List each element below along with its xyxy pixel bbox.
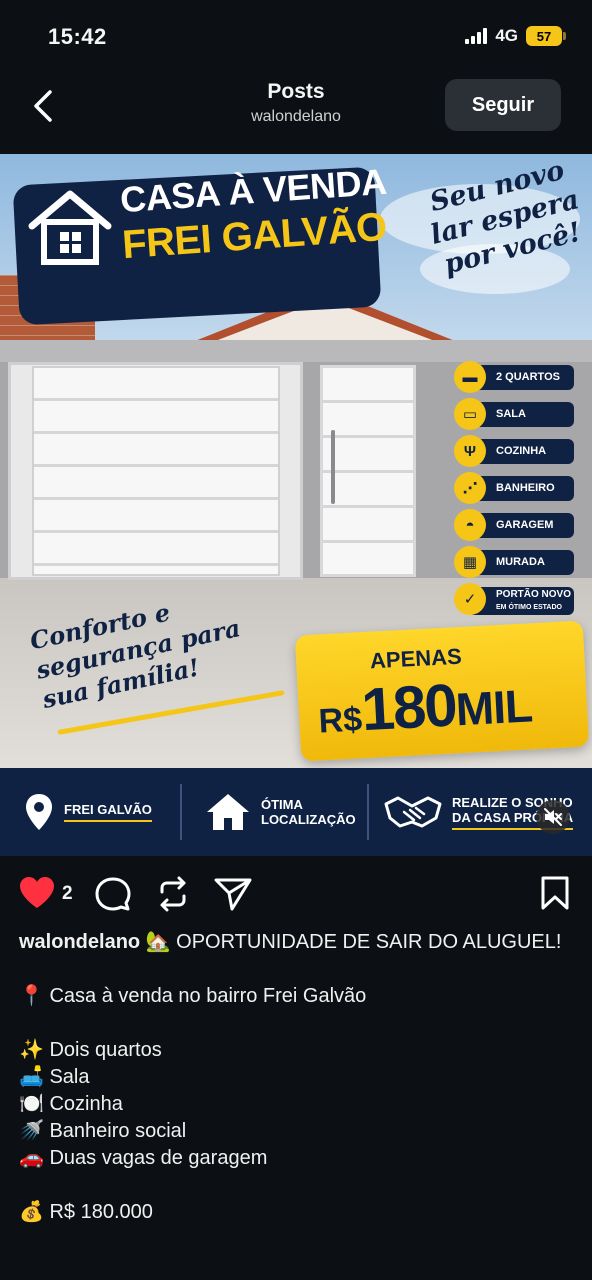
caption-first: walondelano 🏡 OPORTUNIDADE DE SAIR DO AL… — [19, 929, 579, 956]
caption-item: ✨ Dois quartos — [19, 1039, 162, 1061]
garage-gate — [32, 366, 280, 576]
caption-item: 🚿 Banheiro social — [19, 1120, 187, 1142]
door-handle — [331, 430, 335, 504]
post-actions: 2 — [0, 866, 592, 922]
house-icon — [28, 190, 112, 265]
divider — [367, 784, 369, 840]
price-currency: R$ — [317, 700, 364, 741]
signal-icon — [465, 28, 488, 44]
caption-headline: 🏡 OPORTUNIDADE DE SAIR DO ALUGUEL! — [145, 931, 562, 953]
battery-icon: 57 — [526, 26, 566, 46]
heart-icon[interactable] — [18, 876, 56, 910]
image-footer: FREI GALVÃO ÓTIMA LOCALIZAÇÃO REALIZE O … — [0, 768, 592, 856]
caption-item: 🍽️ Cozinha — [19, 1093, 123, 1115]
footer-localizacao: ÓTIMA LOCALIZAÇÃO — [205, 768, 356, 856]
caption-price-line: 💰 R$ 180.000 — [19, 1201, 153, 1223]
status-bar: 15:42 4G 57 — [0, 0, 592, 70]
feature-item: ▭ SALA — [452, 398, 582, 435]
post-caption: walondelano 🏡 OPORTUNIDADE DE SAIR DO AL… — [19, 929, 579, 1226]
price-value: R$180MIL — [316, 666, 534, 746]
footer-text-line: ÓTIMA — [261, 797, 303, 812]
feature-item: ⋰ BANHEIRO — [452, 472, 582, 509]
footer-localizacao-text: ÓTIMA LOCALIZAÇÃO — [261, 797, 356, 827]
share-icon[interactable] — [214, 876, 252, 912]
post-image[interactable]: CASA À VENDA FREI GALVÃO Seu novo lar es… — [0, 154, 592, 856]
footer-location-text: FREI GALVÃO — [64, 802, 152, 822]
feature-item: ✓ PORTÃO NOVO EM ÓTIMO ESTADO — [452, 583, 582, 620]
wall-top — [0, 340, 592, 362]
speaker-muted-icon — [544, 808, 562, 826]
caption-item: 🛋️ Sala — [19, 1066, 90, 1088]
car-icon: ◓ — [454, 509, 486, 541]
house-icon — [207, 794, 249, 830]
sofa-icon: ▭ — [454, 398, 486, 430]
like-count[interactable]: 2 — [62, 883, 73, 905]
comment-icon[interactable] — [95, 876, 131, 912]
mute-button[interactable] — [536, 800, 570, 834]
bookmark-icon[interactable] — [540, 876, 570, 910]
caption-location-line: 📍 Casa à venda no bairro Frei Galvão — [19, 985, 367, 1007]
status-indicators: 4G 57 — [465, 26, 566, 46]
shower-icon: ⋰ — [454, 472, 486, 504]
price-number: 180 — [359, 671, 458, 744]
feature-label-sub: EM ÓTIMO ESTADO — [496, 604, 562, 611]
caption-username[interactable]: walondelano — [19, 931, 140, 953]
follow-button[interactable]: Seguir — [445, 79, 561, 131]
network-type: 4G — [495, 26, 518, 45]
footer-location: FREI GALVÃO — [24, 768, 152, 856]
fork-knife-icon: Ψ — [454, 435, 486, 467]
brick-wall-icon: ▦ — [454, 546, 486, 578]
handshake-icon — [384, 796, 442, 828]
feature-label-main: PORTÃO NOVO — [496, 589, 572, 600]
footer-text-line: LOCALIZAÇÃO — [261, 812, 356, 827]
features-list: ▬ 2 QUARTOS ▭ SALA Ψ COZINHA ⋰ BANHEIRO … — [452, 361, 582, 620]
location-pin-icon — [26, 794, 52, 830]
caption-item: 🚗 Duas vagas de garagem — [19, 1147, 268, 1169]
price-unit: MIL — [454, 679, 534, 736]
feature-item: ◓ GARAGEM — [452, 509, 582, 546]
feature-item: ▬ 2 QUARTOS — [452, 361, 582, 398]
status-time: 15:42 — [48, 24, 107, 49]
feature-item: ▦ MURADA — [452, 546, 582, 583]
feature-item: Ψ COZINHA — [452, 435, 582, 472]
bed-icon: ▬ — [454, 361, 486, 393]
check-icon: ✓ — [454, 583, 486, 615]
divider — [180, 784, 182, 840]
page-header: Posts walondelano Seguir — [0, 70, 592, 154]
repost-icon[interactable] — [156, 876, 190, 912]
